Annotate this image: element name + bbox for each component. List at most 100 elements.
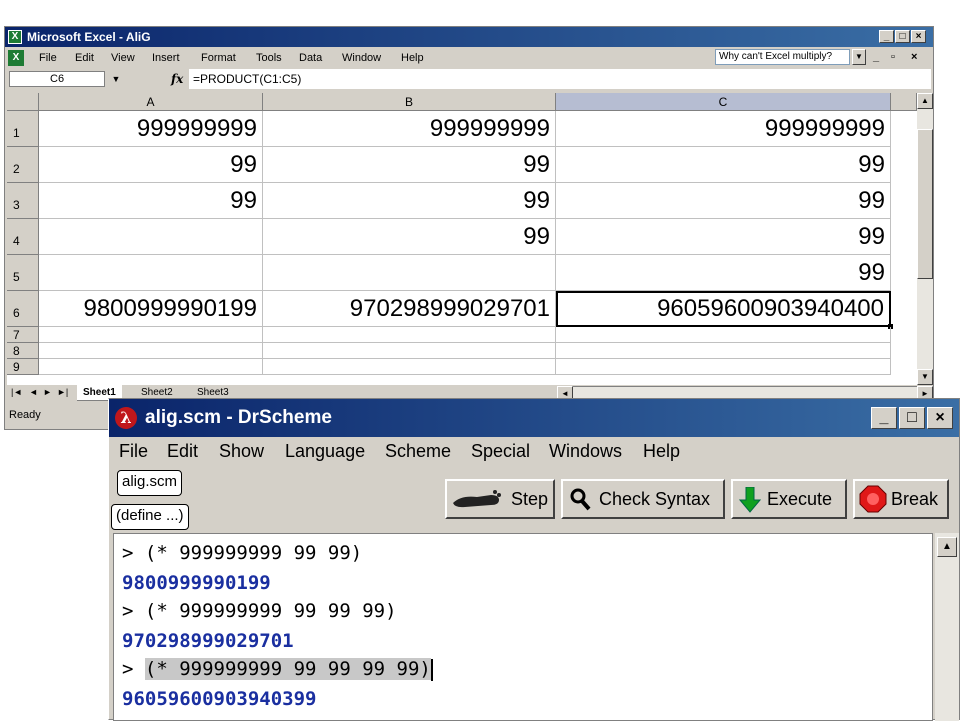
row-header-6[interactable]: 6 [7,291,39,327]
excel-title-bar[interactable]: X Microsoft Excel - AliG _ □ × [5,27,933,47]
drs-menu-language[interactable]: Language [285,441,365,462]
excel-window: X Microsoft Excel - AliG _ □ × X File Ed… [4,26,934,430]
drs-menu-special[interactable]: Special [471,441,530,462]
footprint-icon [451,487,503,523]
first-sheet-icon[interactable]: |◄ [11,387,22,397]
cell-c2[interactable]: 99 [556,147,891,183]
cell-c4[interactable]: 99 [556,219,891,255]
step-button[interactable]: Step [445,479,555,519]
cell-c3[interactable]: 99 [556,183,891,219]
menu-format[interactable]: Format [201,52,236,64]
cell-c5[interactable]: 99 [556,255,891,291]
row-header-3[interactable]: 3 [7,183,39,219]
cell-c8[interactable] [556,343,891,359]
cell-a9[interactable] [39,359,263,375]
execute-button[interactable]: Execute [731,479,847,519]
drs-minimize-button[interactable]: _ [871,407,897,429]
cell-b3[interactable]: 99 [263,183,556,219]
row-header-8[interactable]: 8 [7,343,39,359]
drs-scroll-up-icon[interactable]: ▲ [937,537,957,557]
ask-question-box[interactable]: Why can't Excel multiply? [715,49,850,65]
drs-close-button[interactable]: × [927,407,953,429]
drs-menu-help[interactable]: Help [643,441,680,462]
cell-b6[interactable]: 970298999029701 [263,291,556,327]
cell-a7[interactable] [39,327,263,343]
menu-help[interactable]: Help [401,52,424,64]
cell-a4[interactable] [39,219,263,255]
insert-function-icon[interactable]: fx [171,72,183,86]
drs-menu-windows[interactable]: Windows [549,441,622,462]
minimize-button[interactable]: _ [879,30,894,43]
menu-view[interactable]: View [111,52,135,64]
workbook-icon[interactable]: X [8,50,24,66]
row-header-4[interactable]: 4 [7,219,39,255]
select-all-corner[interactable] [7,93,39,111]
scroll-down-icon[interactable]: ▼ [917,369,933,385]
cell-c1[interactable]: 999999999 [556,111,891,147]
row-header-9[interactable]: 9 [7,359,39,375]
doc-restore-icon[interactable]: ▫ [891,51,895,63]
menu-tools[interactable]: Tools [256,52,282,64]
drs-menu-show[interactable]: Show [219,441,264,462]
column-header-b[interactable]: B [263,93,556,111]
cell-a6[interactable]: 9800999990199 [39,291,263,327]
column-header-a[interactable]: A [39,93,263,111]
cell-b9[interactable] [263,359,556,375]
formula-input[interactable]: =PRODUCT(C1:C5) [189,69,931,89]
break-button[interactable]: Break [853,479,949,519]
check-syntax-button[interactable]: Check Syntax [561,479,725,519]
prev-sheet-icon[interactable]: ◄ [29,387,38,397]
excel-app-icon[interactable]: X [8,30,22,44]
drs-maximize-button[interactable]: □ [899,407,925,429]
repl-selected-expression[interactable]: (* 999999999 99 99 99 99) [144,658,431,680]
column-header-c[interactable]: C [556,93,891,111]
cell-b2[interactable]: 99 [263,147,556,183]
maximize-button[interactable]: □ [895,30,910,43]
cell-a8[interactable] [39,343,263,359]
scroll-up-icon[interactable]: ▲ [917,93,933,109]
menu-insert[interactable]: Insert [152,52,180,64]
file-name-button[interactable]: alig.scm [117,470,183,496]
cell-c9[interactable] [556,359,891,375]
menu-file[interactable]: File [39,52,57,64]
name-box-dropdown-icon[interactable]: ▼ [109,72,123,86]
cell-a5[interactable] [39,255,263,291]
name-box[interactable]: C6 [9,71,105,87]
column-header-d[interactable] [891,93,917,111]
cell-a3[interactable]: 99 [39,183,263,219]
define-menu-button[interactable]: (define ...) [111,504,189,530]
drscheme-window: λ alig.scm - DrScheme _ □ × File Edit Sh… [108,398,960,721]
cell-b5[interactable] [263,255,556,291]
row-header-1[interactable]: 1 [7,111,39,147]
row-header-5[interactable]: 5 [7,255,39,291]
drscheme-title-bar[interactable]: λ alig.scm - DrScheme _ □ × [109,399,959,437]
excel-vertical-scrollbar[interactable]: ▲ ▼ [917,93,933,385]
menu-edit[interactable]: Edit [75,52,94,64]
cell-a1[interactable]: 999999999 [39,111,263,147]
next-sheet-icon[interactable]: ► [43,387,52,397]
doc-minimize-icon[interactable]: _ [873,51,879,63]
drs-menu-file[interactable]: File [119,441,148,462]
cell-b1[interactable]: 999999999 [263,111,556,147]
row-header-7[interactable]: 7 [7,327,39,343]
lambda-icon[interactable]: λ [115,407,137,429]
doc-close-icon[interactable]: × [911,51,917,63]
cell-b4[interactable]: 99 [263,219,556,255]
cell-a2[interactable]: 99 [39,147,263,183]
drs-menu-scheme[interactable]: Scheme [385,441,451,462]
menu-data[interactable]: Data [299,52,322,64]
cell-c7[interactable] [556,327,891,343]
close-button[interactable]: × [911,30,926,43]
scroll-thumb[interactable] [917,129,933,279]
row-header-2[interactable]: 2 [7,147,39,183]
cell-b8[interactable] [263,343,556,359]
ask-dropdown-icon[interactable]: ▼ [852,49,866,65]
cell-b7[interactable] [263,327,556,343]
last-sheet-icon[interactable]: ►| [57,387,68,397]
interactions-pane[interactable]: > (* 999999999 99 99) 9800999990199 > (*… [113,533,933,721]
drscheme-vertical-scrollbar[interactable]: ▲ [935,533,959,721]
cell-c6-active[interactable]: 96059600903940400 [556,291,891,327]
menu-window[interactable]: Window [342,52,381,64]
drs-menu-edit[interactable]: Edit [167,441,198,462]
drscheme-window-title: alig.scm - DrScheme [145,407,332,428]
